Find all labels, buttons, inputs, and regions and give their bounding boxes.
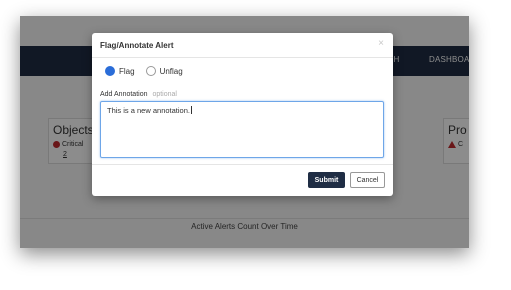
unflag-radio[interactable]: Unflag — [145, 66, 183, 76]
annotation-optional-hint: optional — [152, 91, 177, 98]
annotation-label-text: Add Annotation — [100, 91, 148, 98]
flag-radio-group: Flag Unflag — [105, 66, 194, 76]
annotation-label: Add Annotation optional — [100, 91, 177, 98]
modal-header: Flag/Annotate Alert × — [92, 33, 393, 58]
text-caret — [190, 106, 192, 114]
modal-title: Flag/Annotate Alert — [100, 41, 174, 50]
flag-radio[interactable]: Flag — [105, 66, 135, 76]
radio-unchecked-icon[interactable] — [145, 66, 156, 76]
annotation-text: This is a new annotation. — [107, 106, 190, 115]
radio-checked-icon[interactable] — [105, 66, 115, 76]
annotation-textarea[interactable]: This is a new annotation. — [100, 101, 384, 158]
close-icon[interactable]: × — [378, 38, 384, 49]
unflag-radio-label: Unflag — [159, 66, 183, 76]
flag-radio-label: Flag — [119, 66, 135, 76]
cancel-button[interactable]: Cancel — [350, 172, 385, 188]
submit-button[interactable]: Submit — [308, 172, 345, 188]
modal-footer-divider — [92, 164, 393, 165]
flag-annotate-dialog: Flag/Annotate Alert × Flag Unflag Add An… — [92, 33, 393, 196]
